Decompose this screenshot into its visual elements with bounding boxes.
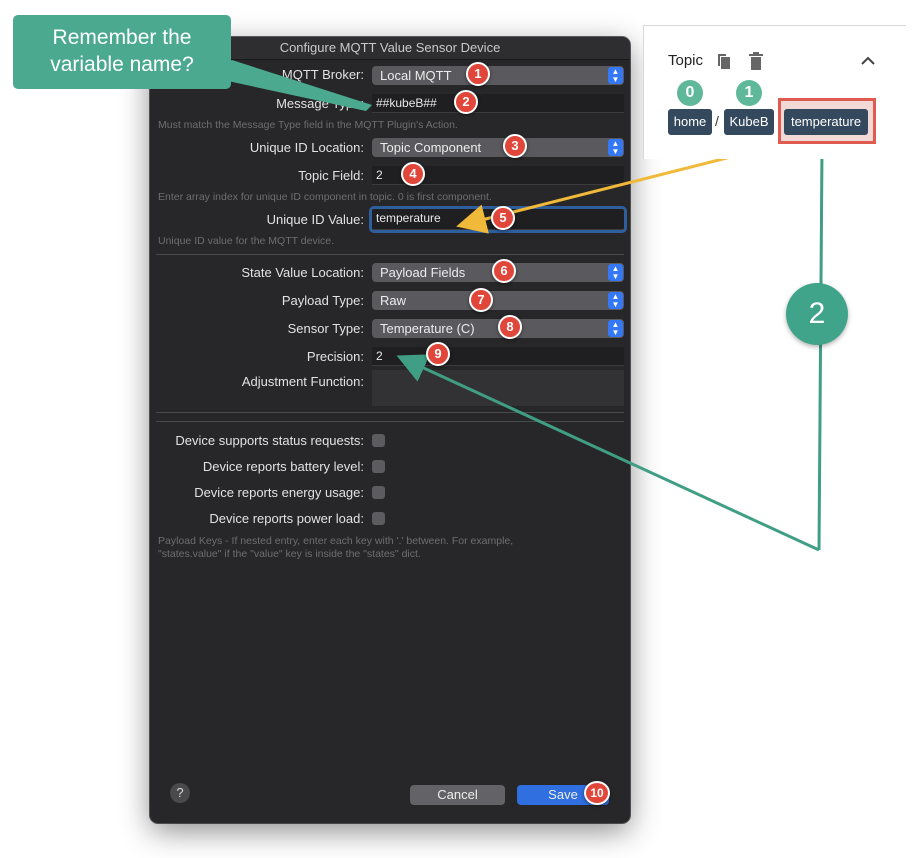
topic-chip-home[interactable]: home	[668, 109, 712, 135]
step-badge-1: 1	[466, 62, 490, 86]
topic-panel: Topic 0 1 home / KubeB temperature	[643, 25, 906, 159]
step-badge-5: 5	[491, 206, 515, 230]
step-badge-2: 2	[454, 90, 478, 114]
step-badge-8: 8	[498, 315, 522, 339]
green-line-vertical	[817, 147, 824, 551]
step-badge-9: 9	[426, 342, 450, 366]
callout-line-1: Remember the	[52, 26, 192, 49]
step-2-badge: 2	[786, 283, 848, 345]
topic-index-badge: 1	[736, 80, 762, 106]
topic-separator: /	[715, 113, 719, 129]
callout-box: Remember the variable name?	[13, 15, 231, 89]
topic-chip-temperature[interactable]: temperature	[784, 109, 868, 135]
topic-index-badge: 0	[677, 80, 703, 106]
callout-line-2: variable name?	[50, 53, 194, 76]
step-badge-4: 4	[401, 162, 425, 186]
step-badge-10: 10	[584, 781, 610, 805]
topic-chip-kubeb[interactable]: KubeB	[724, 109, 774, 135]
copy-icon[interactable]	[716, 53, 732, 71]
green-arrow	[396, 354, 820, 552]
step-badge-7: 7	[469, 288, 493, 312]
chevron-up-icon[interactable]	[861, 56, 875, 66]
step-badge-6: 6	[492, 259, 516, 283]
trash-icon[interactable]	[748, 52, 764, 71]
step-badge-3: 3	[503, 134, 527, 158]
topic-title: Topic	[668, 52, 704, 69]
